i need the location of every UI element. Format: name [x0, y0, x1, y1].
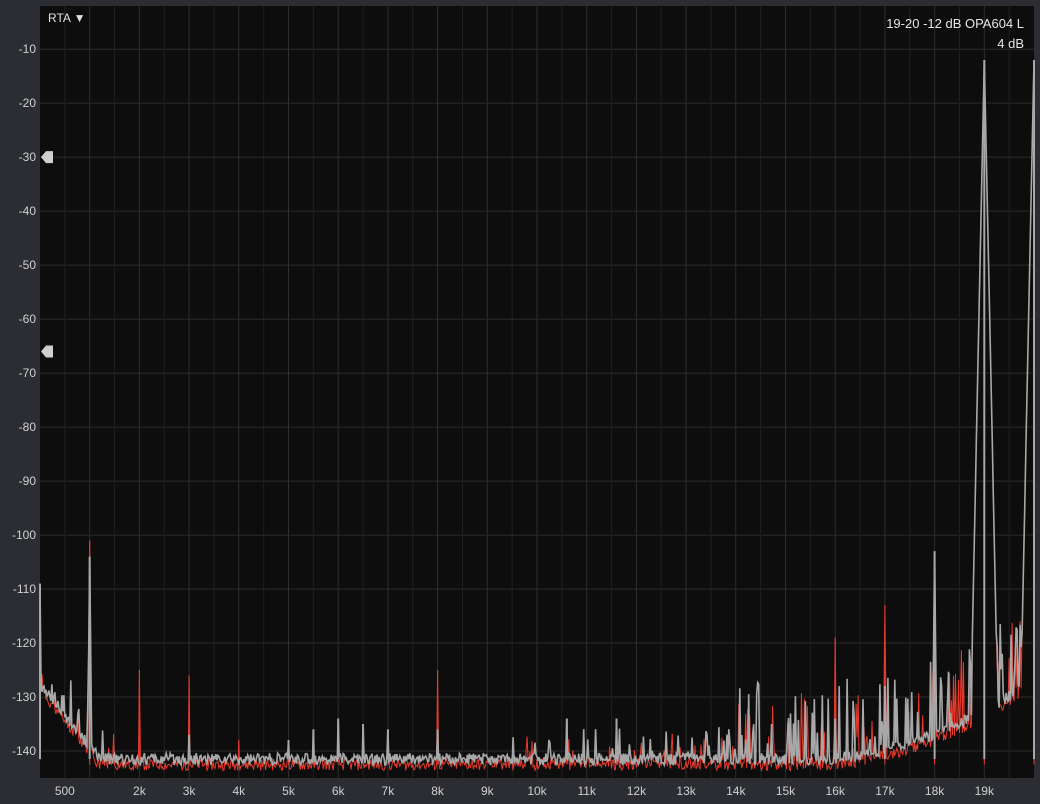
- x-tick-label: 13k: [676, 784, 696, 798]
- y-tick-label: -50: [19, 258, 37, 272]
- x-tick-label: 8k: [431, 784, 445, 798]
- y-tick-label: -10: [19, 42, 37, 56]
- rta-window: -10 -20 -30 -40 -50 -60 -70 -80 -90 -100 -110 -120 -…: [0, 0, 1040, 804]
- y-tick-label: -80: [19, 420, 37, 434]
- chart-title: 19-20 -12 dB OPA604 L: [886, 16, 1024, 31]
- x-tick-label: 17k: [875, 784, 895, 798]
- y-tick-label: -100: [12, 528, 36, 542]
- y-tick-label: -60: [19, 312, 37, 326]
- x-tick-label: 4k: [232, 784, 246, 798]
- spectrum-chart: -10 -20 -30 -40 -50 -60 -70 -80 -90 -100 -110 -120 -…: [12, 6, 1035, 798]
- x-tick-label: 16k: [826, 784, 846, 798]
- x-tick-label: 6k: [332, 784, 346, 798]
- x-tick-label: 10k: [527, 784, 547, 798]
- x-tick-label: 7k: [382, 784, 396, 798]
- y-tick-label: -130: [12, 690, 36, 704]
- x-axis-ticks: 500 2k 3k 4k 5k 6k 7k 8k 9k 10k 11k 12k 13k 14k 15k 16k…: [55, 784, 995, 798]
- x-tick-label: 12k: [627, 784, 647, 798]
- y-axis-ticks: -10 -20 -30 -40 -50 -60 -70 -80 -90 -100 -110 -120 -…: [12, 42, 36, 758]
- rta-menu-button[interactable]: RTA ▼: [48, 11, 85, 25]
- x-tick-label: 11k: [577, 784, 596, 798]
- y-tick-label: -90: [19, 474, 37, 488]
- x-tick-label: 3k: [183, 784, 197, 798]
- y-tick-label: -110: [13, 582, 36, 596]
- y-tick-label: -120: [12, 636, 36, 650]
- y-tick-label: -70: [19, 366, 37, 380]
- x-tick-label: 5k: [282, 784, 296, 798]
- chart-subtitle: 4 dB: [997, 36, 1024, 51]
- x-tick-label: 18k: [925, 784, 945, 798]
- y-tick-label: -20: [19, 96, 37, 110]
- y-tick-label: -140: [12, 744, 36, 758]
- y-tick-label: -30: [19, 150, 37, 164]
- x-tick-label: 2k: [133, 784, 147, 798]
- y-tick-label: -40: [19, 204, 37, 218]
- x-tick-label: 15k: [776, 784, 796, 798]
- x-tick-label: 19k: [975, 784, 995, 798]
- x-tick-label: 500: [55, 784, 75, 798]
- x-tick-label: 14k: [726, 784, 746, 798]
- x-tick-label: 9k: [481, 784, 495, 798]
